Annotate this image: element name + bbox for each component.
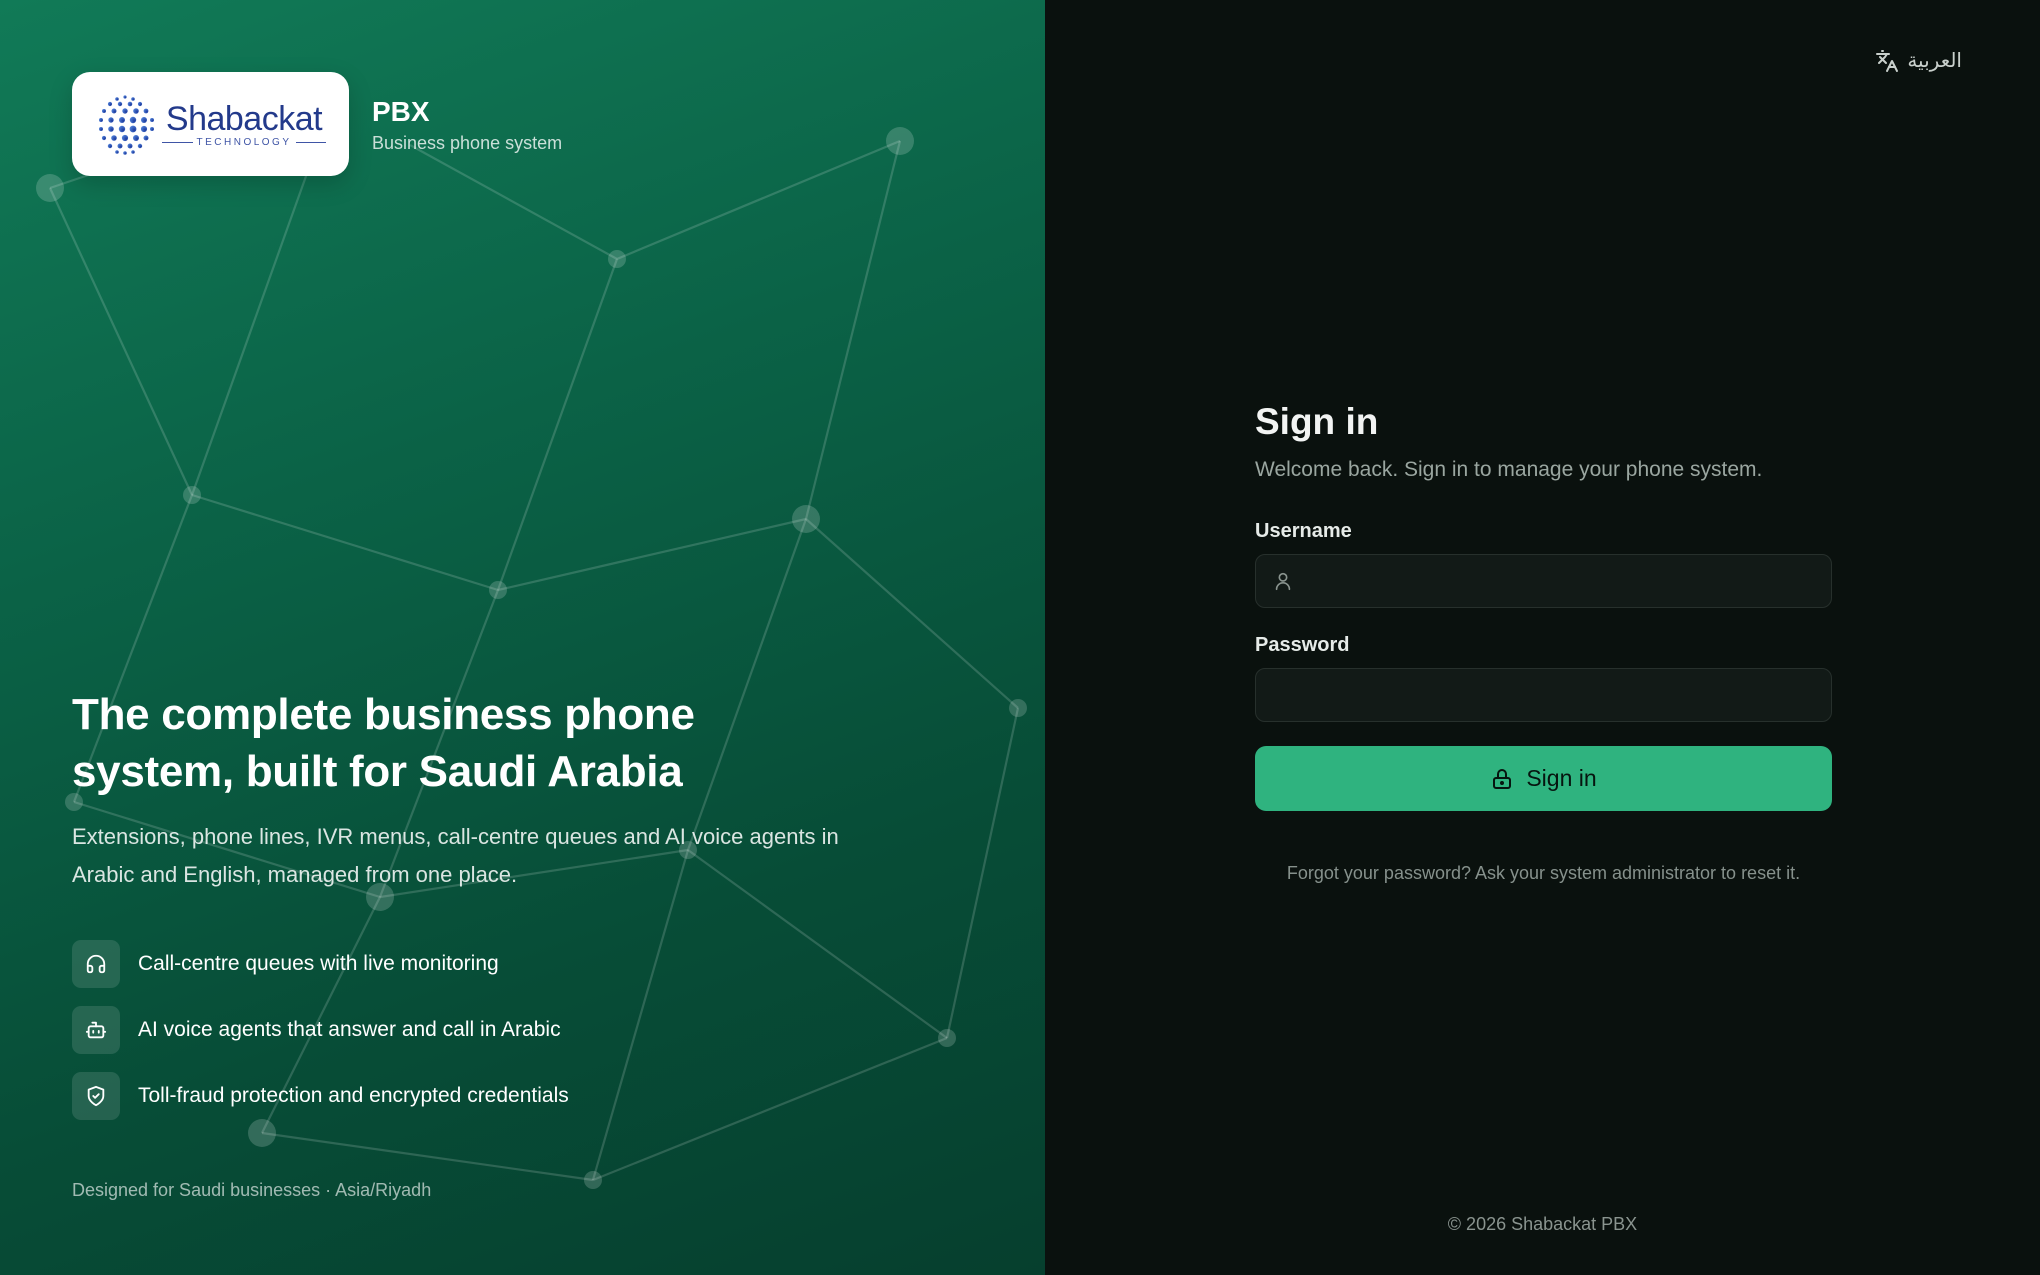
translate-icon	[1876, 49, 1899, 72]
language-label: العربية	[1907, 50, 1962, 72]
user-icon	[1275, 572, 1291, 591]
footnote: Designed for Saudi businesses · Asia/Riy…	[72, 1180, 432, 1200]
language-toggle[interactable]: العربية	[1875, 48, 1962, 73]
username-input[interactable]	[1256, 555, 1831, 607]
signin-panel: العربية Sign in Welcome back. Sign in to…	[1045, 0, 2040, 1275]
globe-dots-icon	[99, 95, 154, 155]
signin-button[interactable]: Sign in	[1255, 746, 1832, 811]
feature-label: Call-centre queues with live monitoring	[138, 951, 499, 975]
feature-item-ai-agents: AI voice agents that answer and call in …	[72, 1005, 569, 1054]
hero-description: Extensions, phone lines, IVR menus, call…	[72, 824, 839, 887]
company-logo: Shabackat TECHNOLOGY	[72, 72, 349, 176]
brand-subtitle: Business phone system	[372, 132, 563, 153]
brand-header: Shabackat TECHNOLOGY PBX Business phone …	[72, 72, 562, 176]
logo-wordmark: Shabackat TECHNOLOGY	[162, 99, 327, 148]
feature-label: Toll-fraud protection and encrypted cred…	[138, 1083, 569, 1107]
shield-check-icon	[72, 1071, 120, 1120]
hero: The complete business phone system, buil…	[72, 686, 852, 894]
feature-item-security: Toll-fraud protection and encrypted cred…	[72, 1071, 569, 1120]
hero-title: The complete business phone system, buil…	[72, 690, 695, 796]
lock-icon	[1493, 768, 1512, 789]
brand-text: PBX Business phone system	[372, 95, 562, 154]
logo-rule-left	[162, 141, 193, 143]
password-input[interactable]	[1256, 669, 1831, 721]
logo-word: Shabackat	[165, 99, 323, 138]
forgot-password-hint: Forgot your password? Ask your system ad…	[1286, 863, 1801, 883]
feature-label: AI voice agents that answer and call in …	[138, 1017, 561, 1041]
brand-title: PBX	[372, 95, 430, 127]
brand-panel: Shabackat TECHNOLOGY PBX Business phone …	[0, 0, 1045, 1275]
password-field-wrapper	[1255, 668, 1832, 722]
headset-icon	[72, 939, 120, 988]
logo-rule-right	[295, 141, 327, 143]
username-field-wrapper	[1255, 554, 1832, 608]
bot-icon	[72, 1005, 120, 1054]
copyright: © 2026 Shabackat PBX	[1447, 1214, 1638, 1234]
signin-form: Sign in Welcome back. Sign in to manage …	[1255, 400, 1832, 884]
feature-list: Call-centre queues with live monitoring …	[72, 939, 569, 1137]
username-label: Username	[1255, 520, 1352, 542]
form-subtitle: Welcome back. Sign in to manage your pho…	[1255, 458, 1763, 481]
signin-button-label: Sign in	[1526, 765, 1597, 791]
logo-subline: TECHNOLOGY	[162, 136, 327, 148]
feature-item-queues: Call-centre queues with live monitoring	[72, 939, 569, 988]
password-label: Password	[1255, 634, 1350, 656]
login-page: Shabackat TECHNOLOGY PBX Business phone …	[0, 0, 2040, 1275]
logo-sub: TECHNOLOGY	[196, 136, 292, 148]
form-title: Sign in	[1255, 401, 1379, 442]
